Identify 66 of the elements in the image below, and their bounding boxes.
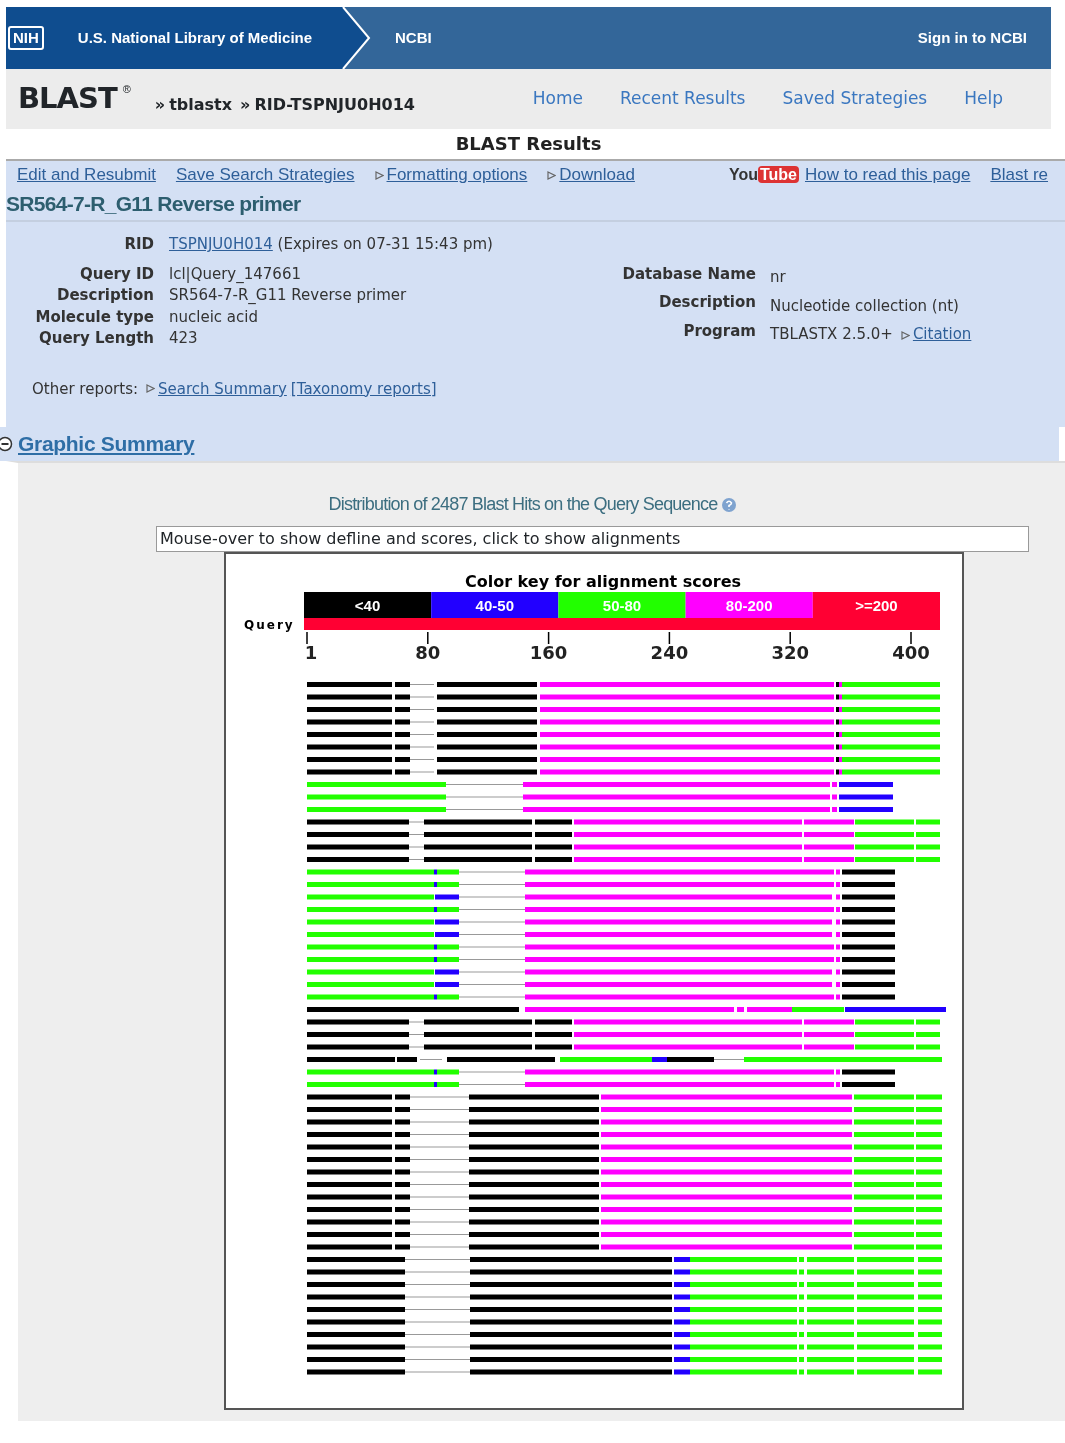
color-key-segment: <40 xyxy=(304,592,432,618)
report-link[interactable]: [Taxonomy reports] xyxy=(290,377,437,400)
alignment-hits-drawing[interactable] xyxy=(307,682,946,1375)
collapse-icon[interactable] xyxy=(0,435,14,453)
graphic-summary-link[interactable]: Graphic Summary xyxy=(18,428,195,460)
field-label: Description xyxy=(657,292,756,314)
org-link[interactable]: U.S. National Library of Medicine xyxy=(77,26,313,50)
hover-info-field: Mouse-over to show defline and scores, click to show alignments xyxy=(156,526,1029,552)
color-key-segment: 80-200 xyxy=(685,592,813,618)
breadcrumb-separator: » xyxy=(240,94,251,116)
toolbar-link[interactable]: How to read this page xyxy=(805,162,971,188)
report-link[interactable]: Search Summary xyxy=(158,377,287,400)
page-title: BLAST Results xyxy=(454,132,603,156)
field-label: Query Length xyxy=(38,328,154,349)
citation-link[interactable]: Citation xyxy=(912,324,972,346)
toolbar-link[interactable]: Edit and Resubmit xyxy=(17,162,156,188)
toolbar-link[interactable]: Download xyxy=(559,162,635,188)
axis-tick: 240 xyxy=(650,631,689,663)
field-label: RID xyxy=(123,234,154,255)
field-value: nr xyxy=(770,267,786,289)
field-value: nucleic acid xyxy=(169,306,259,328)
breadcrumb-separator: » xyxy=(154,94,166,116)
triangle-icon xyxy=(374,170,384,180)
query-title: SR564-7-R_G11 Reverse primer xyxy=(6,189,1065,222)
registered-mark: ® xyxy=(122,82,131,97)
triangle-icon xyxy=(146,384,156,394)
query-label: Query xyxy=(244,618,295,632)
axis-tick: 1 xyxy=(304,631,318,663)
axis-tick: 160 xyxy=(529,631,568,663)
blast-logo[interactable]: BLAST xyxy=(18,77,117,121)
axis-tick: 400 xyxy=(892,631,930,663)
nav-link[interactable]: Recent Results xyxy=(619,86,746,112)
nav-link[interactable]: Home xyxy=(532,86,583,112)
field-value: 423 xyxy=(169,328,199,349)
nih-logo[interactable]: NIH xyxy=(8,26,44,50)
ncbi-link[interactable]: NCBI xyxy=(395,26,432,50)
color-key-segment: 40-50 xyxy=(431,592,559,618)
breadcrumb-item[interactable]: tblastx xyxy=(169,93,233,117)
field-label: Database Name xyxy=(621,263,756,285)
breadcrumb-item: RID-TSPNJU0H014 xyxy=(254,94,415,116)
toolbar-link[interactable]: Blast re xyxy=(990,162,1048,188)
nav-link[interactable]: Help xyxy=(964,86,1003,112)
field-value: Nucleotide collection (nt) xyxy=(770,295,959,317)
toolbar-link[interactable]: Save Search Strategies xyxy=(175,162,355,188)
rid-link[interactable]: TSPNJU0H014 xyxy=(169,235,273,253)
distribution-title: Distribution of 2487 Blast Hits on the Query Sequence xyxy=(328,493,718,516)
video-logo[interactable]: YouTube xyxy=(728,163,799,187)
field-label: Description xyxy=(55,285,154,306)
axis-tick: 320 xyxy=(771,631,809,663)
toolbar-link[interactable]: Formatting options xyxy=(386,162,528,188)
other-reports-label: Other reports: xyxy=(32,378,139,400)
field-label: Program xyxy=(682,320,756,342)
color-key-segment: 50-80 xyxy=(558,592,686,618)
field-value: TBLASTX 2.5.0+ xyxy=(770,324,893,346)
triangle-icon xyxy=(547,170,557,180)
field-value: SR564-7-R_G11 Reverse primer xyxy=(169,285,408,306)
nav-link[interactable]: Saved Strategies xyxy=(782,86,928,112)
axis-tick: 80 xyxy=(415,631,441,663)
triangle-icon xyxy=(900,330,910,340)
field-value: lcl|Query_147661 xyxy=(169,263,302,285)
color-key-title: Color key for alignment scores xyxy=(464,572,742,591)
color-key-segment: >=200 xyxy=(812,592,940,618)
field-label: Molecule type xyxy=(34,306,154,328)
expiry-note: (Expires on 07-31 15:43 pm) xyxy=(277,235,493,253)
field-label: Query ID xyxy=(78,263,154,285)
sign-in-link[interactable]: Sign in to NCBI xyxy=(917,26,1027,50)
